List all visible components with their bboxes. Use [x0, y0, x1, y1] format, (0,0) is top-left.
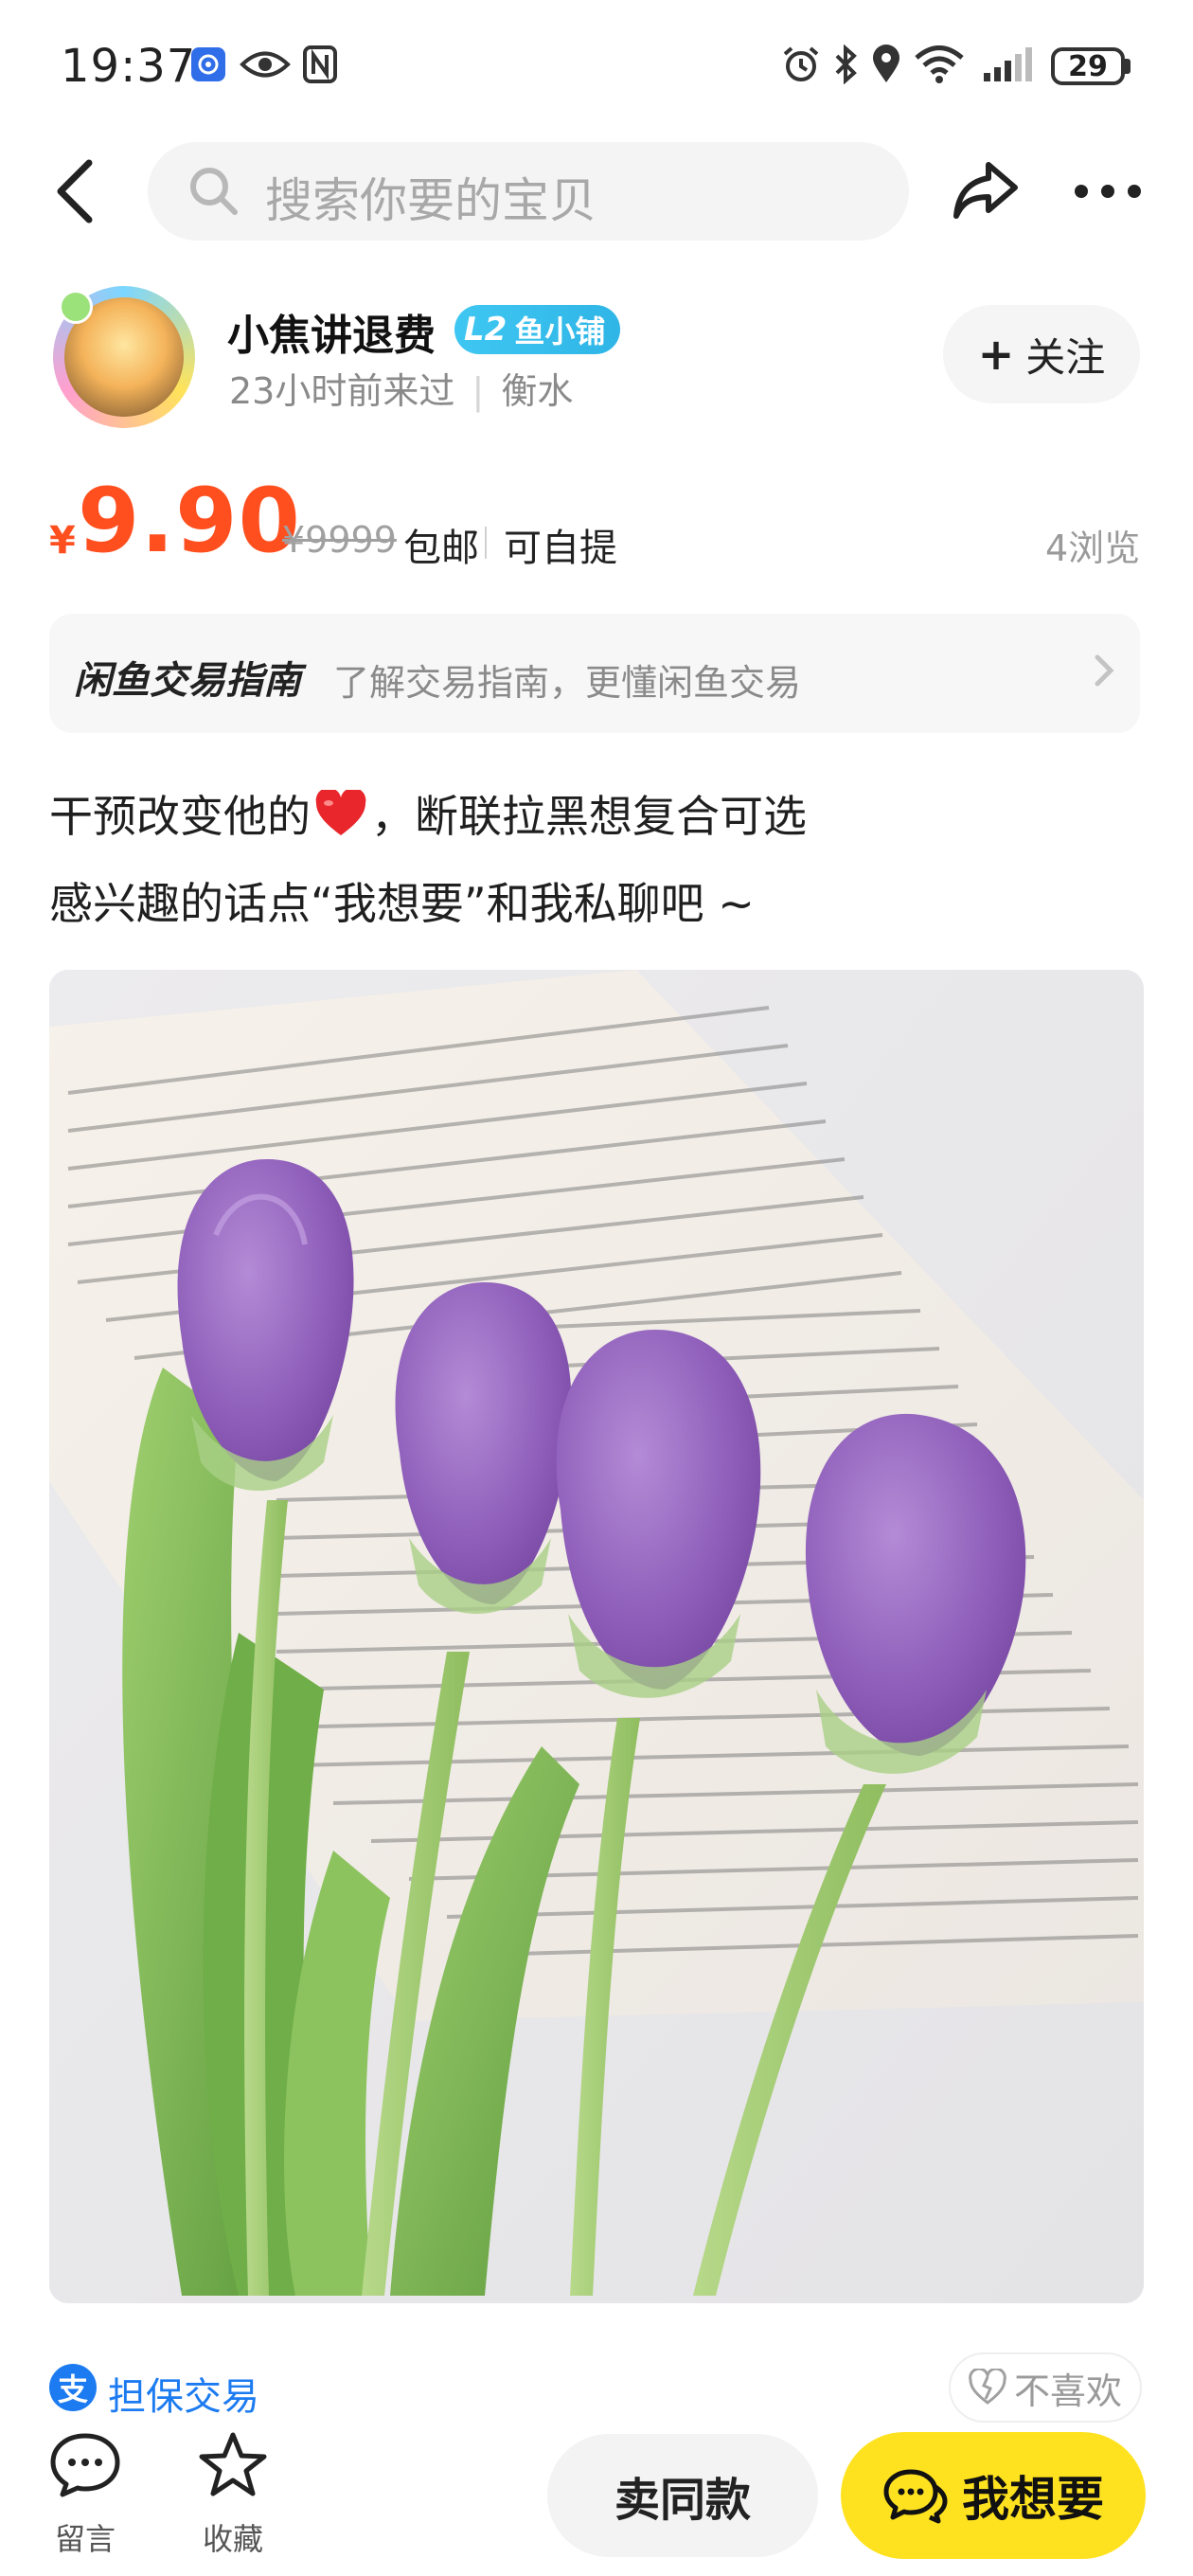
star-icon[interactable] — [197, 2430, 269, 2500]
badge-text: 鱼小铺 — [514, 313, 606, 349]
more-icon[interactable] — [1072, 180, 1144, 203]
dislike-label: 不喜欢 — [1013, 2370, 1122, 2412]
dislike-button[interactable]: 不喜欢 — [949, 2352, 1142, 2423]
sell-same-button[interactable]: 卖同款 — [547, 2434, 818, 2557]
description-text-a: 干预改变他的 — [49, 791, 311, 842]
price-value: 9.90 — [78, 470, 301, 573]
chevron-right-icon — [1093, 650, 1117, 702]
original-price: ¥9999 — [282, 519, 397, 561]
badge-level: L2 — [464, 311, 507, 349]
avatar-status-dot — [59, 290, 93, 324]
heart-icon — [314, 787, 367, 848]
view-count: 4浏览 — [1045, 528, 1141, 569]
nfc-icon — [301, 45, 339, 83]
guide-title: 闲鱼交易指南 — [74, 659, 301, 703]
location-icon — [869, 45, 903, 83]
tag-self-pickup: 可自提 — [504, 527, 617, 570]
favorite-label[interactable]: 收藏 — [203, 2515, 263, 2559]
comment-label[interactable]: 留言 — [55, 2515, 116, 2559]
battery-tip — [1125, 59, 1131, 74]
guide-description: 了解交易指南，更懂闲鱼交易 — [333, 662, 802, 704]
eye-icon — [239, 45, 292, 83]
follow-button[interactable]: + 关注 — [943, 305, 1140, 403]
follow-label: 关注 — [1025, 333, 1106, 381]
alarm-icon — [780, 45, 822, 83]
share-icon[interactable] — [951, 155, 1021, 225]
seller-meta: 23小时前来过 | 衡水 — [229, 362, 573, 414]
description-line-2: 感兴趣的话点“我想要”和我私聊吧 ~ — [49, 878, 755, 929]
want-button[interactable]: 我想要 — [841, 2432, 1146, 2559]
escrow-label[interactable]: 担保交易 — [108, 2366, 259, 2421]
tag-divider — [485, 527, 487, 559]
alipay-icon: 支 — [49, 2364, 97, 2411]
price-currency: ¥ — [49, 519, 76, 563]
battery-icon: 29 — [1051, 47, 1125, 85]
plus-icon: + — [977, 329, 1015, 380]
search-placeholder: 搜索你要的宝贝 — [265, 173, 596, 228]
wifi-icon — [913, 45, 966, 83]
last-seen: 23小时前来过 — [229, 370, 455, 412]
comment-icon[interactable] — [49, 2432, 121, 2498]
description-line-1: 干预改变他的 ，断联拉黑想复合可选 — [49, 782, 807, 848]
broken-heart-icon — [969, 2367, 1006, 2406]
search-icon — [186, 163, 240, 218]
chat-bubble-icon — [883, 2469, 948, 2524]
signal-icon — [981, 45, 1034, 83]
seller-location: 衡水 — [501, 370, 574, 412]
status-time: 19:37 — [61, 40, 197, 93]
battery-level: 29 — [1068, 49, 1108, 83]
back-arrow-icon[interactable] — [47, 155, 104, 227]
bluetooth-icon — [831, 45, 860, 84]
description-text-b: ，断联拉黑想复合可选 — [371, 791, 807, 842]
tag-free-shipping: 包邮 — [403, 527, 479, 570]
app-notification-icon — [189, 45, 227, 83]
meta-divider: | — [472, 370, 485, 412]
want-label: 我想要 — [962, 2472, 1104, 2527]
product-photo[interactable] — [49, 970, 1144, 2303]
seller-level-badge: L2 鱼小铺 — [454, 305, 621, 354]
seller-name[interactable]: 小焦讲退费 — [227, 301, 436, 362]
